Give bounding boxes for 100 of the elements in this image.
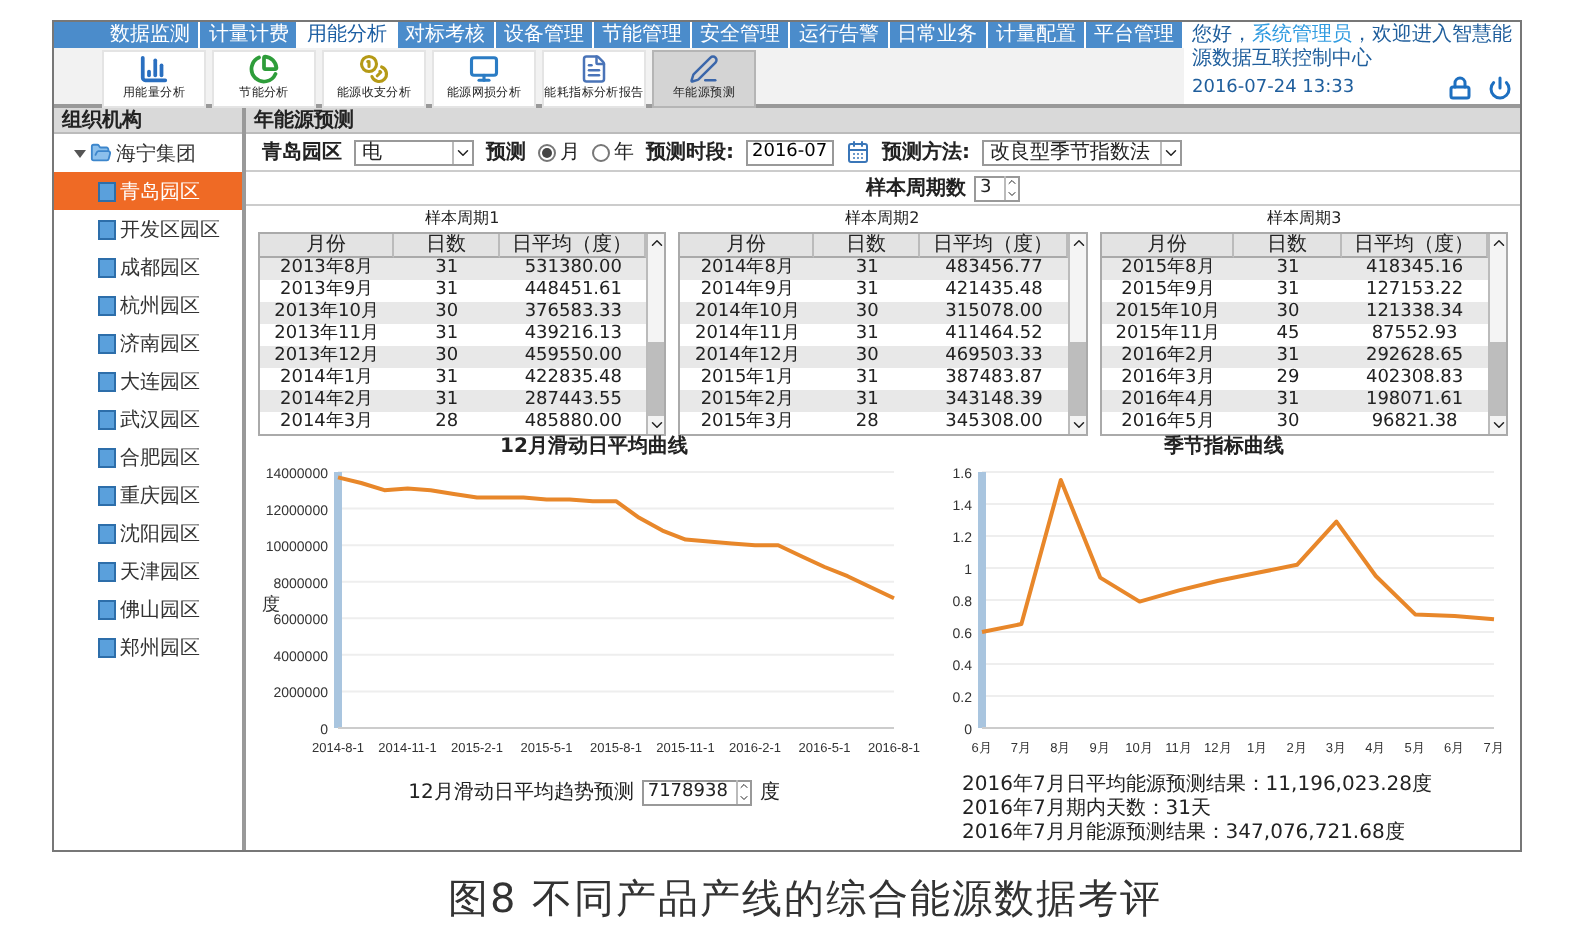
- table-title: 样本周期3: [1264, 208, 1343, 230]
- table-cell: 343148.39: [920, 390, 1068, 412]
- scroll-up-icon[interactable]: [1489, 234, 1508, 252]
- table-cell: 469503.33: [920, 346, 1068, 368]
- method-label: 预测方法:: [882, 138, 970, 166]
- table-cell: 31: [1234, 258, 1342, 280]
- chart-title: 季节指标曲线: [1164, 436, 1284, 460]
- table-cell: 315078.00: [920, 302, 1068, 324]
- table-cell: 531380.00: [499, 258, 647, 280]
- table-title: 样本周期1: [423, 208, 502, 230]
- scroll-up-icon[interactable]: [1069, 234, 1088, 252]
- bar-chart-icon: [138, 54, 170, 84]
- spin-down-icon[interactable]: [737, 792, 750, 804]
- table-cell: 2014年10月: [680, 302, 814, 324]
- trend-label: 12月滑动日平均趋势预测: [408, 779, 634, 806]
- coins-icon: [358, 54, 390, 84]
- table-cell: 2015年8月: [1101, 258, 1235, 280]
- column-header: 日平均（度）: [1341, 234, 1488, 258]
- lock-icon[interactable]: [1448, 76, 1472, 100]
- chart-title: 12月滑动日平均曲线: [500, 436, 688, 460]
- monitor-icon: [468, 54, 500, 84]
- sidebar-title: 组织机构: [54, 108, 242, 134]
- energy-select[interactable]: 电: [354, 139, 474, 165]
- park-label: 青岛园区: [262, 139, 342, 166]
- nav-tab[interactable]: 用能分析: [298, 22, 398, 48]
- table-cell: 459550.00: [499, 346, 647, 368]
- tree-item[interactable]: 海宁集团: [54, 134, 242, 172]
- table-cell: 31: [393, 258, 500, 280]
- table-cell: 31: [393, 390, 500, 412]
- table-cell: 292628.65: [1341, 346, 1488, 368]
- scroll-down-icon[interactable]: [1069, 416, 1088, 434]
- table-cell: 2014年8月: [680, 258, 814, 280]
- pen-icon: [688, 54, 720, 84]
- tree-item[interactable]: 大连园区: [54, 362, 242, 400]
- radio-label: 月: [560, 140, 580, 166]
- spin-up-icon[interactable]: [737, 780, 750, 792]
- spin-down-icon[interactable]: [1006, 188, 1018, 200]
- radio-button[interactable]: [592, 143, 610, 161]
- tree-item[interactable]: 合肥园区: [54, 438, 242, 476]
- document-icon: [578, 54, 610, 84]
- table-cell: 198071.61: [1341, 390, 1488, 412]
- tree-item[interactable]: 杭州园区: [54, 286, 242, 324]
- table-cell: 2016年4月: [1101, 390, 1235, 412]
- spin-up-icon[interactable]: [1006, 176, 1018, 188]
- tree-item[interactable]: 重庆园区: [54, 476, 242, 514]
- table-cell: 31: [813, 258, 921, 280]
- column-header: 日平均（度）: [920, 234, 1068, 258]
- column-header: 日数: [813, 234, 921, 258]
- nav-tab[interactable]: 计量配置: [987, 22, 1086, 48]
- tree-item[interactable]: 武汉园区: [54, 400, 242, 438]
- table-cell: 418345.16: [1341, 258, 1488, 280]
- column-header: 日平均（度）: [499, 234, 647, 258]
- table-cell: 30: [393, 346, 500, 368]
- table-cell: 376583.33: [499, 302, 647, 324]
- column-header: 月份: [1101, 234, 1235, 258]
- table-cell: 31: [1234, 390, 1342, 412]
- method-select[interactable]: 改良型季节指数法: [982, 139, 1182, 165]
- table-cell: 2016年2月: [1101, 346, 1235, 368]
- tree-item[interactable]: 成都园区: [54, 248, 242, 286]
- folder-icon: [90, 142, 112, 164]
- table-title: 样本周期2: [843, 208, 923, 230]
- nav-tab[interactable]: 对标考核: [397, 22, 496, 48]
- table-cell: 2013年12月: [260, 346, 394, 368]
- predict-label: 预测: [486, 139, 526, 166]
- table-cell: 2014年2月: [260, 390, 394, 412]
- nav-tab[interactable]: 日常业务: [889, 22, 988, 48]
- period-label: 预测时段:: [646, 139, 734, 166]
- scroll-down-icon[interactable]: [1489, 416, 1508, 434]
- sample-label: 样本周期数: [866, 175, 966, 202]
- table-cell: 287443.55: [499, 390, 647, 412]
- table-cell: 2013年10月: [260, 302, 394, 324]
- table-cell: 2013年8月: [260, 258, 394, 280]
- trend-spinner[interactable]: 7178938: [641, 779, 752, 805]
- table-cell: 30: [393, 302, 500, 324]
- scrollbar[interactable]: [646, 234, 665, 434]
- table-cell: 30: [813, 346, 921, 368]
- tree-item[interactable]: 天津园区: [54, 552, 242, 590]
- tree-item[interactable]: 沈阳园区: [54, 514, 242, 552]
- power-icon[interactable]: [1488, 76, 1512, 100]
- table-cell: 2014年12月: [680, 346, 814, 368]
- tree-item[interactable]: 开发区园区: [54, 210, 242, 248]
- scroll-up-icon[interactable]: [648, 234, 667, 252]
- datetime-text: 2016-07-24 13:33: [1192, 78, 1355, 98]
- tree-item[interactable]: 济南园区: [54, 324, 242, 362]
- result-text: 2016年7月月能源预测结果：347,076,721.68度: [962, 822, 1407, 846]
- y-axis-label: 度: [262, 596, 280, 616]
- scroll-down-icon[interactable]: [648, 416, 667, 434]
- table-cell: 30: [1234, 302, 1342, 324]
- greeting-text: 您好，系统管理员，欢迎进入智慧能源数据互联控制中心: [1192, 24, 1512, 72]
- tree-item[interactable]: 佛山园区: [54, 590, 242, 628]
- table-cell: 31: [813, 390, 921, 412]
- radio-label: 年: [614, 140, 634, 166]
- radio-button[interactable]: [538, 143, 556, 161]
- sample-spinner[interactable]: 3: [974, 175, 1020, 201]
- column-header: 日数: [1234, 234, 1342, 258]
- period-input[interactable]: 2016-07: [746, 139, 834, 165]
- tree-item[interactable]: 郑州园区: [54, 628, 242, 666]
- calendar-icon[interactable]: [846, 140, 870, 164]
- expanded-caret-icon[interactable]: [74, 147, 86, 159]
- result-text: 2016年7月日平均能源预测结果：11,196,023.28度: [962, 774, 1434, 797]
